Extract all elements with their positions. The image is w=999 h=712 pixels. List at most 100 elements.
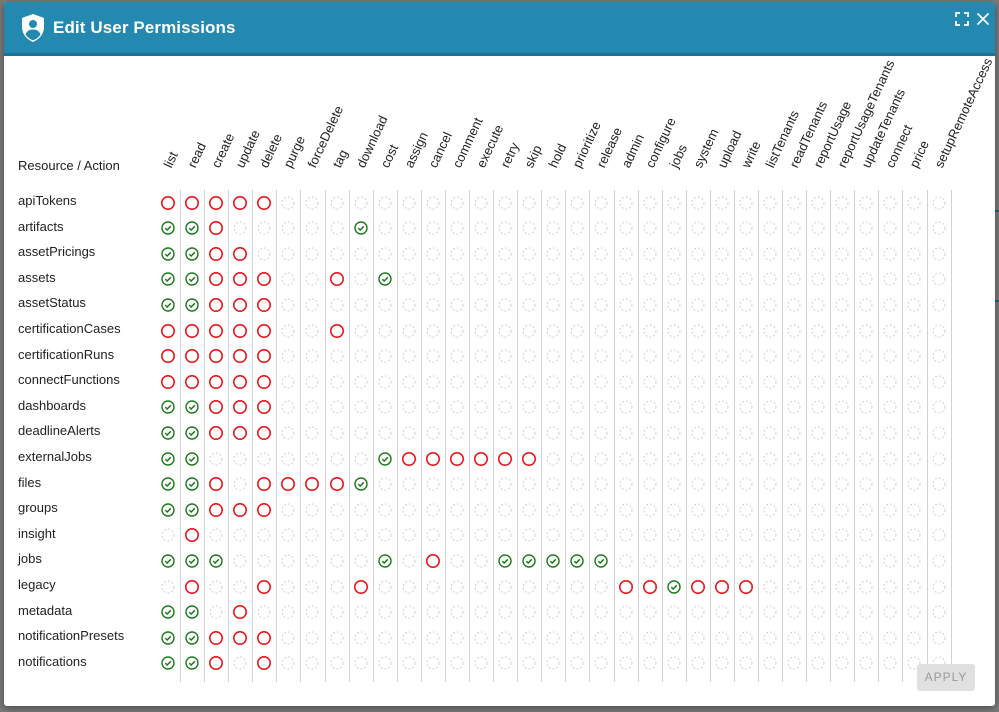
permission-unset-externalJobs-hold[interactable] — [545, 451, 561, 467]
permission-unset-metadata-release[interactable] — [593, 604, 609, 620]
permission-unset-certificationRuns-configure[interactable] — [642, 348, 658, 364]
permission-unset-assets-listTenants[interactable] — [762, 271, 778, 287]
permission-unset-notifications-reportUsage[interactable] — [810, 655, 826, 671]
permission-unset-groups-jobs[interactable] — [666, 502, 682, 518]
permission-unset-artifacts-system[interactable] — [690, 220, 706, 236]
permission-unset-groups-admin[interactable] — [618, 502, 634, 518]
permission-unset-apiTokens-skip[interactable] — [521, 195, 537, 211]
permission-unset-connectFunctions-comment[interactable] — [449, 374, 465, 390]
permission-unset-files-jobs[interactable] — [666, 476, 682, 492]
permission-denied-certificationRuns-update[interactable] — [232, 348, 248, 364]
permission-unset-deadlineAlerts-setupRemoteAccess[interactable] — [931, 425, 947, 441]
permission-unset-files-update[interactable] — [232, 476, 248, 492]
permission-denied-certificationRuns-create[interactable] — [208, 348, 224, 364]
permission-unset-metadata-cancel[interactable] — [425, 604, 441, 620]
permission-unset-certificationRuns-hold[interactable] — [545, 348, 561, 364]
permission-unset-insight-system[interactable] — [690, 527, 706, 543]
permission-unset-assets-forceDelete[interactable] — [304, 271, 320, 287]
permission-unset-assets-hold[interactable] — [545, 271, 561, 287]
permission-unset-metadata-connect[interactable] — [882, 604, 898, 620]
permission-denied-jobs-cancel[interactable] — [425, 553, 441, 569]
permission-unset-assets-release[interactable] — [593, 271, 609, 287]
permission-unset-files-price[interactable] — [906, 476, 922, 492]
permission-granted-jobs-skip[interactable] — [521, 553, 537, 569]
permission-unset-assetStatus-release[interactable] — [593, 297, 609, 313]
permission-unset-certificationRuns-assign[interactable] — [401, 348, 417, 364]
permission-unset-notificationPresets-upload[interactable] — [714, 630, 730, 646]
permission-unset-groups-retry[interactable] — [497, 502, 513, 518]
permission-unset-metadata-prioritize[interactable] — [569, 604, 585, 620]
permission-unset-metadata-price[interactable] — [906, 604, 922, 620]
permission-unset-legacy-list[interactable] — [160, 579, 176, 595]
permission-unset-deadlineAlerts-cancel[interactable] — [425, 425, 441, 441]
permission-unset-insight-assign[interactable] — [401, 527, 417, 543]
permission-unset-externalJobs-admin[interactable] — [618, 451, 634, 467]
permission-unset-connectFunctions-purge[interactable] — [280, 374, 296, 390]
permission-unset-assetStatus-skip[interactable] — [521, 297, 537, 313]
permission-unset-groups-connect[interactable] — [882, 502, 898, 518]
permission-unset-artifacts-update[interactable] — [232, 220, 248, 236]
permission-unset-assets-system[interactable] — [690, 271, 706, 287]
permission-unset-assetPricings-tag[interactable] — [329, 246, 345, 262]
permission-unset-deadlineAlerts-readTenants[interactable] — [786, 425, 802, 441]
permission-denied-assets-delete[interactable] — [256, 271, 272, 287]
permission-unset-apiTokens-prioritize[interactable] — [569, 195, 585, 211]
permission-unset-groups-cancel[interactable] — [425, 502, 441, 518]
permission-unset-jobs-delete[interactable] — [256, 553, 272, 569]
permission-unset-connectFunctions-cancel[interactable] — [425, 374, 441, 390]
permission-unset-jobs-download[interactable] — [353, 553, 369, 569]
permission-denied-externalJobs-skip[interactable] — [521, 451, 537, 467]
permission-unset-legacy-updateTenants[interactable] — [858, 579, 874, 595]
permission-unset-connectFunctions-connect[interactable] — [882, 374, 898, 390]
permission-denied-notificationPresets-update[interactable] — [232, 630, 248, 646]
permission-unset-artifacts-comment[interactable] — [449, 220, 465, 236]
permission-unset-certificationRuns-tag[interactable] — [329, 348, 345, 364]
permission-unset-assets-reportUsageTenants[interactable] — [834, 271, 850, 287]
permission-unset-apiTokens-admin[interactable] — [618, 195, 634, 211]
permission-unset-certificationCases-connect[interactable] — [882, 323, 898, 339]
permission-unset-deadlineAlerts-execute[interactable] — [473, 425, 489, 441]
permission-unset-apiTokens-system[interactable] — [690, 195, 706, 211]
permission-unset-notificationPresets-system[interactable] — [690, 630, 706, 646]
permission-unset-metadata-reportUsageTenants[interactable] — [834, 604, 850, 620]
permission-unset-assets-upload[interactable] — [714, 271, 730, 287]
permission-unset-notifications-execute[interactable] — [473, 655, 489, 671]
permission-denied-assetStatus-create[interactable] — [208, 297, 224, 313]
permission-unset-assetStatus-prioritize[interactable] — [569, 297, 585, 313]
permission-unset-artifacts-connect[interactable] — [882, 220, 898, 236]
permission-unset-deadlineAlerts-forceDelete[interactable] — [304, 425, 320, 441]
permission-granted-externalJobs-cost[interactable] — [377, 451, 393, 467]
permission-unset-artifacts-retry[interactable] — [497, 220, 513, 236]
permission-unset-deadlineAlerts-release[interactable] — [593, 425, 609, 441]
permission-unset-apiTokens-release[interactable] — [593, 195, 609, 211]
permission-unset-assetStatus-purge[interactable] — [280, 297, 296, 313]
permission-unset-notifications-reportUsageTenants[interactable] — [834, 655, 850, 671]
permission-unset-jobs-comment[interactable] — [449, 553, 465, 569]
permission-unset-apiTokens-upload[interactable] — [714, 195, 730, 211]
permission-unset-insight-delete[interactable] — [256, 527, 272, 543]
permission-unset-files-write[interactable] — [738, 476, 754, 492]
permission-unset-dashboards-prioritize[interactable] — [569, 399, 585, 415]
permission-unset-legacy-forceDelete[interactable] — [304, 579, 320, 595]
permission-unset-dashboards-comment[interactable] — [449, 399, 465, 415]
permission-unset-dashboards-download[interactable] — [353, 399, 369, 415]
permission-denied-files-tag[interactable] — [329, 476, 345, 492]
permission-unset-assetPricings-reportUsageTenants[interactable] — [834, 246, 850, 262]
permission-unset-externalJobs-write[interactable] — [738, 451, 754, 467]
permission-unset-metadata-write[interactable] — [738, 604, 754, 620]
permission-unset-insight-forceDelete[interactable] — [304, 527, 320, 543]
permission-unset-assets-execute[interactable] — [473, 271, 489, 287]
permission-granted-jobs-hold[interactable] — [545, 553, 561, 569]
permission-denied-externalJobs-assign[interactable] — [401, 451, 417, 467]
permission-unset-dashboards-jobs[interactable] — [666, 399, 682, 415]
permission-granted-artifacts-list[interactable] — [160, 220, 176, 236]
permission-unset-assetPricings-assign[interactable] — [401, 246, 417, 262]
permission-unset-deadlineAlerts-updateTenants[interactable] — [858, 425, 874, 441]
permission-unset-assets-price[interactable] — [906, 271, 922, 287]
permission-unset-externalJobs-purge[interactable] — [280, 451, 296, 467]
permission-unset-groups-comment[interactable] — [449, 502, 465, 518]
permission-unset-connectFunctions-configure[interactable] — [642, 374, 658, 390]
permission-denied-assetStatus-delete[interactable] — [256, 297, 272, 313]
permission-unset-certificationRuns-connect[interactable] — [882, 348, 898, 364]
permission-unset-deadlineAlerts-reportUsage[interactable] — [810, 425, 826, 441]
